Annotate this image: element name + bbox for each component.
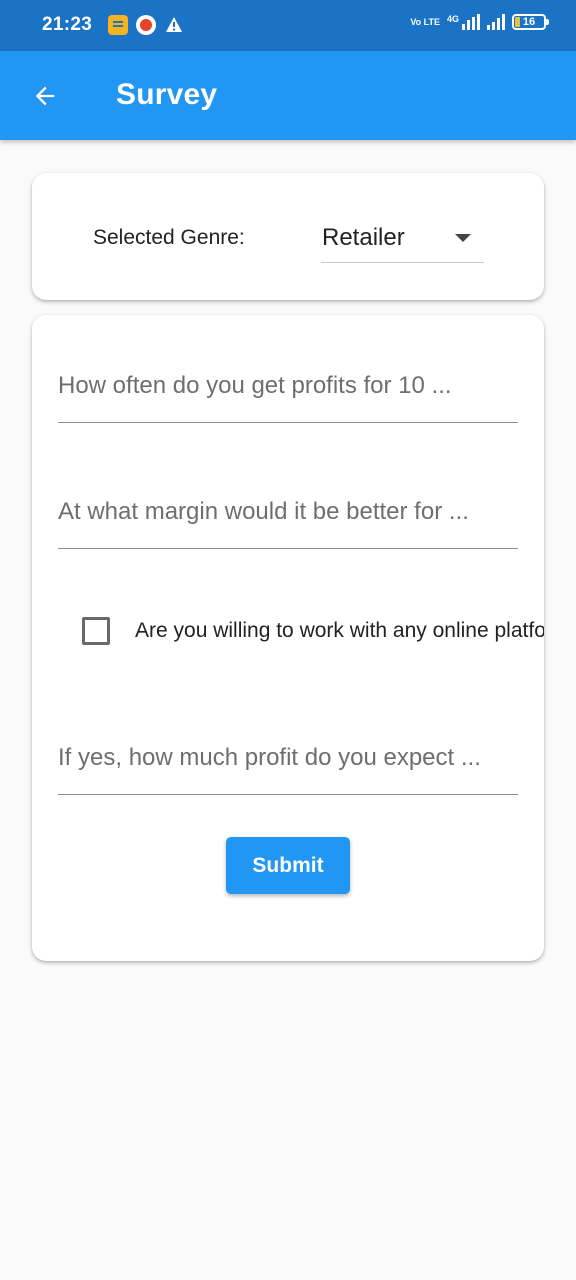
signal-icon xyxy=(487,14,505,30)
back-button[interactable] xyxy=(24,75,66,117)
dropdown-arrow-icon xyxy=(455,234,471,242)
genre-selected-value: Retailer xyxy=(322,224,405,251)
volte-icon: Vo LTE xyxy=(410,16,440,27)
survey-card: How often do you get profits for 10 ... … xyxy=(32,315,544,961)
question-1-input[interactable]: How often do you get profits for 10 ... xyxy=(58,361,518,423)
question-1-placeholder: How often do you get profits for 10 ... xyxy=(58,372,452,399)
warning-icon xyxy=(165,16,183,34)
app-bar: Survey xyxy=(0,51,576,140)
submit-button[interactable]: Submit xyxy=(226,837,350,894)
status-time: 21:23 xyxy=(42,14,93,35)
network-type: 4G xyxy=(446,14,459,24)
signal-4g-icon xyxy=(462,14,480,30)
arrow-back-icon xyxy=(35,86,55,106)
genre-dropdown[interactable]: Retailer xyxy=(321,217,484,263)
battery-icon: 16 xyxy=(512,14,549,30)
page-title: Survey xyxy=(116,78,218,111)
online-platform-checkbox-row[interactable]: Are you willing to work with any online … xyxy=(81,615,544,649)
status-bar: 21:23 Vo LTE 4G 16 xyxy=(0,0,576,51)
shopping-bag-icon xyxy=(136,15,156,35)
battery-level: 16 xyxy=(522,16,536,28)
online-platform-checkbox[interactable] xyxy=(82,617,110,645)
online-platform-checkbox-label: Are you willing to work with any online … xyxy=(135,619,544,642)
question-2-placeholder: At what margin would it be better for ..… xyxy=(58,498,469,525)
question-2-input[interactable]: At what margin would it be better for ..… xyxy=(58,487,518,549)
genre-label: Selected Genre: xyxy=(93,226,245,249)
question-3-input[interactable]: If yes, how much profit do you expect ..… xyxy=(58,733,518,795)
genre-card: Selected Genre: Retailer xyxy=(32,173,544,300)
question-3-placeholder: If yes, how much profit do you expect ..… xyxy=(58,744,481,771)
note-icon xyxy=(108,15,128,35)
system-icons: Vo LTE 4G 16 xyxy=(410,14,549,30)
